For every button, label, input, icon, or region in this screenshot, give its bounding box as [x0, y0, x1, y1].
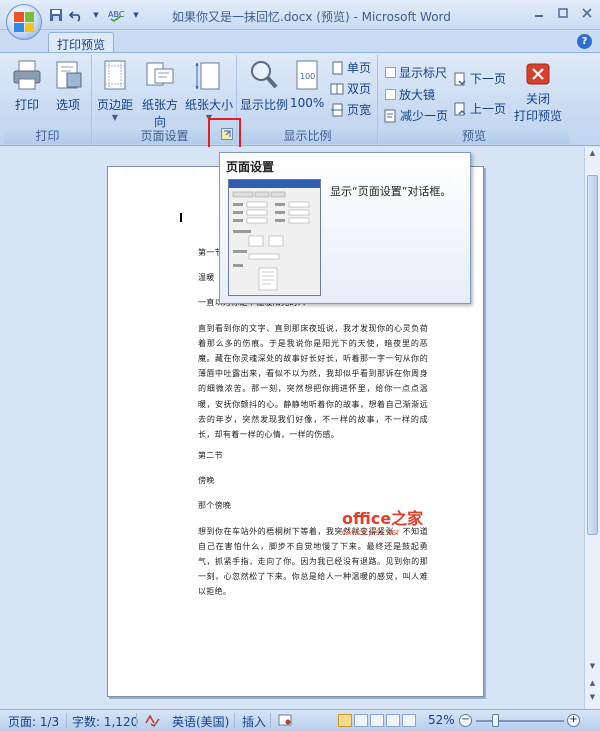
page-100-icon: 100 [296, 60, 318, 90]
minimize-icon[interactable] [532, 6, 546, 20]
magnifier-icon [251, 61, 278, 89]
language-indicator[interactable]: 英语(美国) [172, 713, 229, 730]
print-group: 打印 选项 打印 [4, 55, 92, 145]
page-width-button[interactable]: 页宽 [330, 101, 371, 118]
draft-view-icon[interactable] [402, 714, 416, 727]
page-count[interactable]: 页面: 1/3 [8, 713, 59, 730]
show-ruler-checkbox[interactable]: 显示标尺 [385, 64, 447, 81]
print-layout-view-icon[interactable] [338, 714, 352, 727]
two-pages-button[interactable]: 双页 [330, 80, 371, 97]
ribbon-tab-row: 打印预览 ? [0, 30, 600, 53]
zoom-group: 显示比例 100 100% 单页 双页 页宽 显示比例 [238, 55, 378, 145]
zoom-slider-handle[interactable] [492, 714, 499, 727]
office-logo-icon [14, 12, 34, 32]
single-page-icon [332, 61, 343, 74]
macro-record-icon[interactable] [278, 713, 292, 730]
print-button[interactable]: 打印 [10, 59, 44, 113]
next-page-icon [454, 72, 466, 85]
options-button[interactable]: 选项 [50, 59, 86, 113]
paper-size-icon [195, 62, 220, 90]
zoom-100-button[interactable]: 100 100% [290, 59, 324, 110]
zoom-out-icon[interactable]: − [459, 714, 472, 727]
magnifier-checkbox[interactable]: 放大镜 [385, 86, 435, 103]
help-icon[interactable]: ? [577, 34, 592, 49]
watermark: office之家 OFFICE.JB51.NET [342, 509, 424, 537]
chevron-down-icon[interactable]: ▼ [88, 7, 104, 23]
maximize-icon[interactable] [556, 6, 570, 20]
ribbon: 打印 选项 打印 页边距 ▼ 纸张方向 纸张大小 ▼ 页面设置 显示比例 100… [0, 52, 600, 146]
preview-group: 显示标尺 放大镜 减少一页 下一页 上一页 关闭 打印预览 预览 [379, 55, 569, 145]
web-layout-icon[interactable] [370, 714, 384, 727]
full-screen-reading-icon[interactable] [354, 714, 368, 727]
single-page-button[interactable]: 单页 [330, 59, 371, 76]
print-group-label: 打印 [4, 129, 91, 144]
quick-access-toolbar: ▼ ABC ▼ [48, 7, 144, 23]
page-setup-tooltip: 页面设置 显示“页面设置”对话框。 [219, 152, 471, 304]
tab-print-preview[interactable]: 打印预览 [48, 32, 115, 53]
doc-paragraph: 直到看到你的文字、直到那床夜班说，我才发现你的心灵负荷着那么多的伤痕。于是我说你… [198, 323, 428, 439]
proofing-icon[interactable] [144, 713, 160, 730]
zoom-slider[interactable] [476, 720, 564, 722]
paper-size-button[interactable]: 纸张大小 ▼ [185, 59, 233, 122]
spelling-check-icon[interactable]: ABC [108, 7, 124, 23]
orientation-button[interactable]: 纸张方向 ▼ [137, 59, 183, 139]
scrollbar-thumb[interactable] [587, 175, 598, 535]
doc-line: 第二节 [198, 451, 223, 461]
preview-group-label: 预览 [379, 129, 569, 144]
chevron-down-icon: ▼ [111, 113, 119, 122]
zoom-group-label: 显示比例 [238, 129, 377, 144]
status-bar: 页面: 1/3 字数: 1,120 英语(美国) 插入 52% − + [0, 709, 600, 731]
prev-page-button[interactable]: 上一页 [453, 100, 506, 117]
title-bar: ▼ ABC ▼ 如果你又是一抹回忆.docx (预览) - Microsoft … [0, 0, 600, 40]
vertical-scrollbar[interactable]: ▲ ▼ ▲ ▼ [584, 147, 600, 709]
page-width-icon [331, 103, 343, 116]
word-count[interactable]: 字数: 1,120 [72, 713, 138, 730]
close-print-preview-button[interactable]: 关闭 打印预览 [513, 63, 563, 124]
outline-view-icon[interactable] [386, 714, 400, 727]
svg-text:ABC: ABC [108, 10, 124, 19]
svg-text:100: 100 [300, 72, 315, 81]
zoom-level[interactable]: 52% [428, 713, 455, 727]
tooltip-description: 显示“页面设置”对话框。 [330, 185, 452, 198]
close-icon[interactable] [580, 6, 594, 20]
close-icon [526, 63, 550, 85]
undo-icon[interactable] [68, 7, 84, 23]
checkbox-icon [385, 67, 396, 78]
prev-page-arrow-icon[interactable]: ▲ [587, 679, 598, 690]
prev-page-icon [454, 102, 466, 115]
next-page-arrow-icon[interactable]: ▼ [587, 693, 598, 704]
margins-button[interactable]: 页边距 ▼ [95, 59, 135, 122]
checkbox-icon [385, 89, 396, 100]
shrink-one-page-button[interactable]: 减少一页 [383, 107, 448, 124]
save-icon[interactable] [48, 7, 64, 23]
zoom-in-icon[interactable]: + [567, 714, 580, 727]
orientation-icon [146, 62, 174, 86]
customize-qat-icon[interactable]: ▼ [128, 7, 144, 23]
printer-icon [13, 60, 41, 90]
zoom-button[interactable]: 显示比例 [240, 59, 288, 113]
doc-line: 傍晚 [198, 476, 215, 486]
scroll-down-icon[interactable]: ▼ [587, 662, 598, 673]
two-pages-icon [330, 83, 344, 94]
next-page-button[interactable]: 下一页 [453, 70, 506, 87]
office-button[interactable] [6, 4, 42, 40]
shrink-page-icon [384, 109, 396, 122]
margins-icon [104, 60, 126, 90]
text-cursor [180, 213, 182, 222]
tooltip-title: 页面设置 [226, 160, 275, 174]
scroll-up-icon[interactable]: ▲ [587, 149, 598, 160]
insert-mode[interactable]: 插入 [242, 713, 266, 730]
options-icon [56, 61, 82, 89]
page-setup-dialog-preview-icon [228, 179, 321, 296]
window-title: 如果你又是一抹回忆.docx (预览) - Microsoft Word [172, 10, 451, 24]
